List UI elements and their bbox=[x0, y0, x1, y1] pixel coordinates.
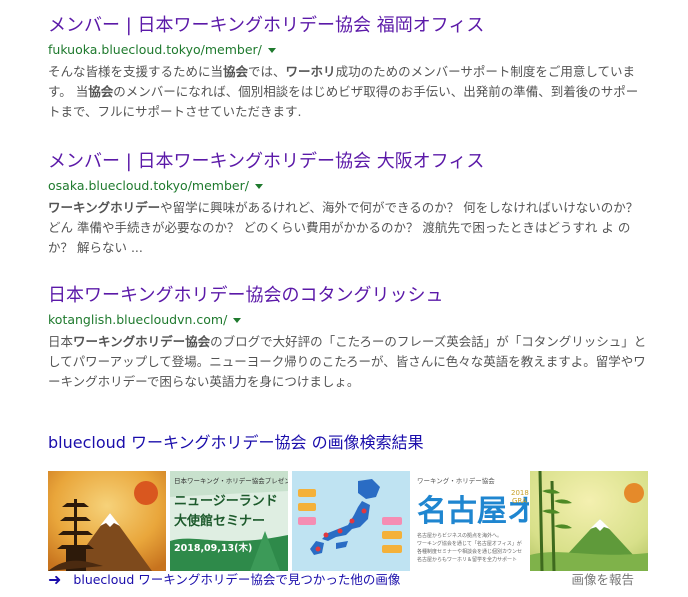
result-snippet: ワーキングホリデーや留学に興味があるけれど、海外で何ができるのか？ 何をしなけれ… bbox=[48, 200, 639, 255]
t4-gra-text: GRA bbox=[512, 497, 527, 505]
search-result-3: 日本ワーキングホリデー協会のコタングリッシュ kotanglish.bluecl… bbox=[48, 284, 648, 392]
chevron-down-icon[interactable] bbox=[233, 317, 242, 323]
t4-year-text: 2018 bbox=[511, 489, 529, 497]
t4-top-text: ワーキング・ホリデー協会 bbox=[417, 476, 495, 485]
image-thumbnail-green-fuji[interactable] bbox=[530, 471, 648, 571]
t2-date-text: 2018,09,13(木) bbox=[174, 542, 252, 554]
result-title-link[interactable]: 日本ワーキングホリデー協会のコタングリッシュ bbox=[48, 284, 648, 308]
image-results-footer: ➜ bluecloud ワーキングホリデー協会で見つかった他の画像 画像を報告 bbox=[48, 570, 648, 590]
result-title-link[interactable]: メンバー | 日本ワーキングホリデー協会 大阪オフィス bbox=[48, 150, 648, 174]
image-thumbnail-strip: 日本ワーキング・ホリデー協会プレゼン ニュージーランド 大使館セミナー 2018… bbox=[48, 471, 648, 571]
result-url[interactable]: kotanglish.bluecloudvn.com/ bbox=[48, 311, 227, 329]
report-images-link[interactable]: 画像を報告 bbox=[571, 570, 634, 590]
image-thumbnail-pagoda-fuji[interactable] bbox=[48, 471, 166, 571]
more-images-text[interactable]: bluecloud ワーキングホリデー協会で見つかった他の画像 bbox=[73, 570, 400, 590]
more-images-link[interactable]: ➜ bluecloud ワーキングホリデー協会で見つかった他の画像 bbox=[48, 570, 400, 590]
t4-desc-3: 各種制度セミナーや相談会を通じ個別カウンセ bbox=[417, 548, 522, 555]
result-url-row: kotanglish.bluecloudvn.com/ bbox=[48, 311, 648, 329]
chevron-down-icon[interactable] bbox=[267, 47, 276, 53]
search-result-1: メンバー | 日本ワーキングホリデー協会 福岡オフィス fukuoka.blue… bbox=[48, 14, 648, 122]
t2-main1-text: ニュージーランド bbox=[174, 494, 278, 509]
chevron-down-icon[interactable] bbox=[254, 183, 263, 189]
image-thumbnail-nagoya-office[interactable]: ワーキング・ホリデー協会 名古屋オ 2018 GRA 名古屋からビジネスの拠点を… bbox=[411, 471, 529, 571]
result-url-row: osaka.bluecloud.tokyo/member/ bbox=[48, 177, 648, 195]
t4-desc-1: 名古屋からビジネスの拠点を海外へ。 bbox=[417, 532, 502, 539]
t4-desc-4: 名古屋からもワーホリ＆留学を全力サポート bbox=[417, 556, 517, 563]
t2-main2-text: 大使館セミナー bbox=[174, 513, 265, 529]
arrow-right-icon: ➜ bbox=[48, 570, 62, 589]
t2-top-text: 日本ワーキング・ホリデー協会プレゼン bbox=[174, 476, 288, 485]
result-snippet: 日本ワーキングホリデー協会のブログで大好評の「こたろーのフレーズ英会話」が「コタ… bbox=[48, 334, 647, 389]
result-title-link[interactable]: メンバー | 日本ワーキングホリデー協会 福岡オフィス bbox=[48, 14, 648, 38]
search-result-2: メンバー | 日本ワーキングホリデー協会 大阪オフィス osaka.bluecl… bbox=[48, 150, 648, 258]
result-url-row: fukuoka.bluecloud.tokyo/member/ bbox=[48, 41, 648, 59]
t4-desc-2: ワーキング協会を通じて「名古屋オフィス」が bbox=[417, 540, 522, 547]
result-snippet: そんな皆様を支援するために当協会では、ワーホリ成功のためのメンバーサポート制度を… bbox=[48, 64, 639, 119]
result-url[interactable]: osaka.bluecloud.tokyo/member/ bbox=[48, 177, 249, 195]
image-results-heading[interactable]: bluecloud ワーキングホリデー協会 の画像検索結果 bbox=[48, 432, 424, 454]
image-thumbnail-nz-seminar[interactable]: 日本ワーキング・ホリデー協会プレゼン ニュージーランド 大使館セミナー 2018… bbox=[170, 471, 288, 571]
result-url[interactable]: fukuoka.bluecloud.tokyo/member/ bbox=[48, 41, 262, 59]
image-thumbnail-japan-map[interactable] bbox=[292, 471, 410, 571]
